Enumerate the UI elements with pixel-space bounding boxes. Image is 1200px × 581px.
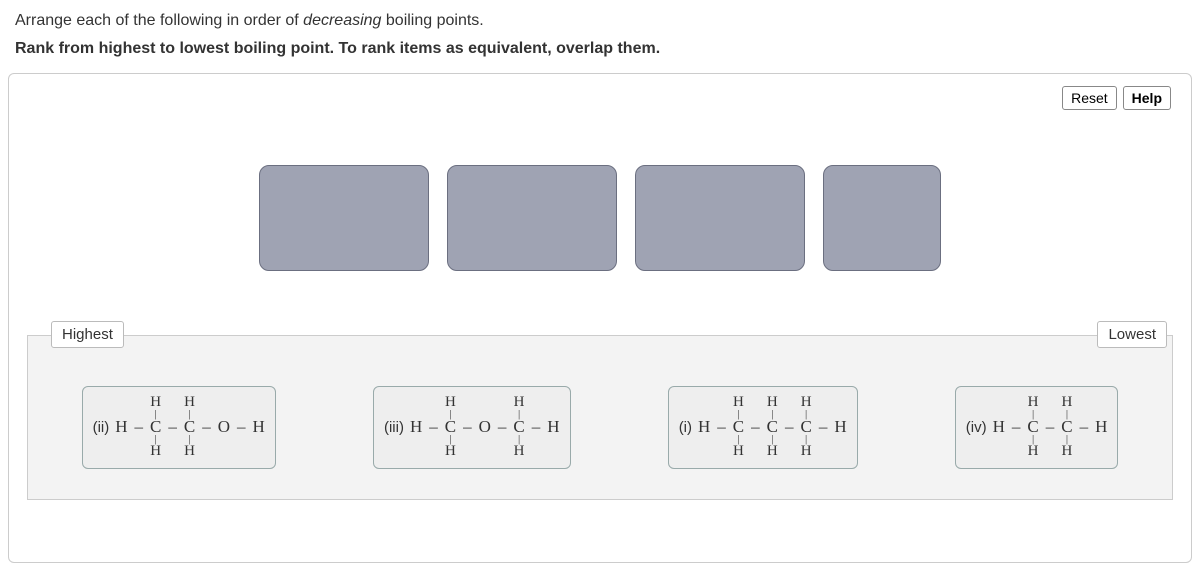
bond-icon: – [201, 417, 212, 437]
bond-icon: – [750, 417, 761, 437]
rank-label-highest: Highest [51, 321, 124, 348]
atom-H: H [547, 417, 559, 437]
ch2-group: H | C | H [184, 395, 195, 460]
help-button[interactable]: Help [1123, 86, 1171, 110]
top-buttons: Reset Help [1062, 86, 1171, 110]
bond-icon: – [1011, 417, 1022, 437]
ch2-group: H | C | H [1027, 395, 1038, 460]
drop-slot-3[interactable] [635, 165, 805, 271]
ch2-group: H | C | H [733, 395, 744, 460]
bond-icon: – [784, 417, 795, 437]
atom-H: H [410, 417, 422, 437]
drop-slot-2[interactable] [447, 165, 617, 271]
question-text: Arrange each of the following in order o… [0, 0, 1200, 63]
ch2-group: H | C | H [445, 395, 456, 460]
atom-O: O [218, 417, 230, 437]
bond-icon: – [428, 417, 439, 437]
reset-button[interactable]: Reset [1062, 86, 1117, 110]
item-iii[interactable]: (iii) H – H | C | H – O – H | C | H – H [373, 386, 571, 469]
bond-icon: – [716, 417, 727, 437]
ch2-group: H | C | H [767, 395, 778, 460]
atom-H: H [1095, 417, 1107, 437]
bond-icon: – [462, 417, 473, 437]
atom-O: O [479, 417, 491, 437]
ch2-group: H | C | H [513, 395, 524, 460]
ch2-group: H | C | H [800, 395, 811, 460]
bond-icon: – [236, 417, 247, 437]
rank-axis: Highest Lowest [27, 321, 1173, 349]
atom-H: H [115, 417, 127, 437]
bond-icon: – [167, 417, 178, 437]
drop-slot-4[interactable] [823, 165, 941, 271]
bond-icon: – [818, 417, 829, 437]
item-ii-label: (ii) [93, 419, 110, 436]
drop-target-row [27, 165, 1173, 271]
bond-icon: – [531, 417, 542, 437]
ch2-group: H | C | H [150, 395, 161, 460]
item-i[interactable]: (i) H – H | C | H – H | C | H – H | C [668, 386, 858, 469]
bond-icon: – [1079, 417, 1090, 437]
bond-icon: – [497, 417, 508, 437]
item-iv-label: (iv) [966, 419, 987, 436]
bond-icon: – [134, 417, 145, 437]
atom-H: H [698, 417, 710, 437]
item-iv[interactable]: (iv) H – H | C | H – H | C | H – H [955, 386, 1119, 469]
q-line2: Rank from highest to lowest boiling poin… [15, 38, 1185, 60]
item-i-label: (i) [679, 419, 692, 436]
atom-H: H [834, 417, 846, 437]
q-line1-post: boiling points. [381, 12, 483, 29]
item-ii[interactable]: (ii) H – H | C | H – H | C | H – O – H [82, 386, 276, 469]
items-pool: (ii) H – H | C | H – H | C | H – O – H [27, 335, 1173, 500]
q-line1-pre: Arrange each of the following in order o… [15, 12, 303, 29]
atom-H: H [253, 417, 265, 437]
bond-icon: – [1045, 417, 1056, 437]
drop-slot-1[interactable] [259, 165, 429, 271]
ranking-workspace: Reset Help Highest Lowest (ii) H – H | C… [8, 73, 1192, 563]
rank-label-lowest: Lowest [1097, 321, 1167, 348]
item-iii-label: (iii) [384, 419, 404, 436]
q-line1-em: decreasing [303, 12, 381, 29]
ch2-group: H | C | H [1061, 395, 1072, 460]
atom-H: H [993, 417, 1005, 437]
